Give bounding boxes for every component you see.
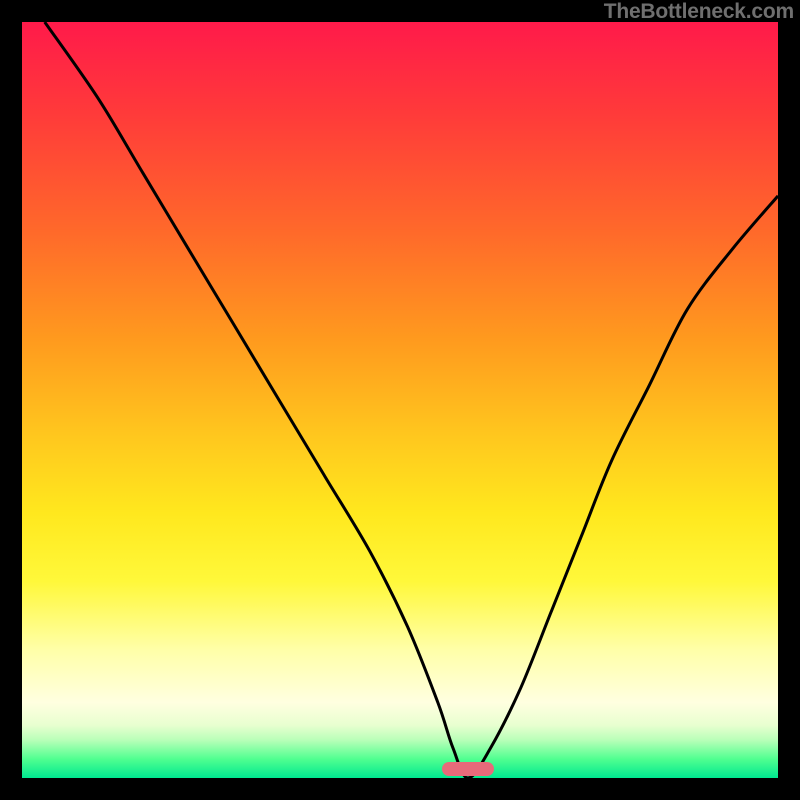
bottleneck-curve-path [45, 22, 778, 778]
chart-frame [22, 22, 778, 778]
attribution-text: TheBottleneck.com [604, 0, 794, 24]
optimal-point-marker [442, 762, 494, 776]
chart-curve [22, 22, 778, 778]
